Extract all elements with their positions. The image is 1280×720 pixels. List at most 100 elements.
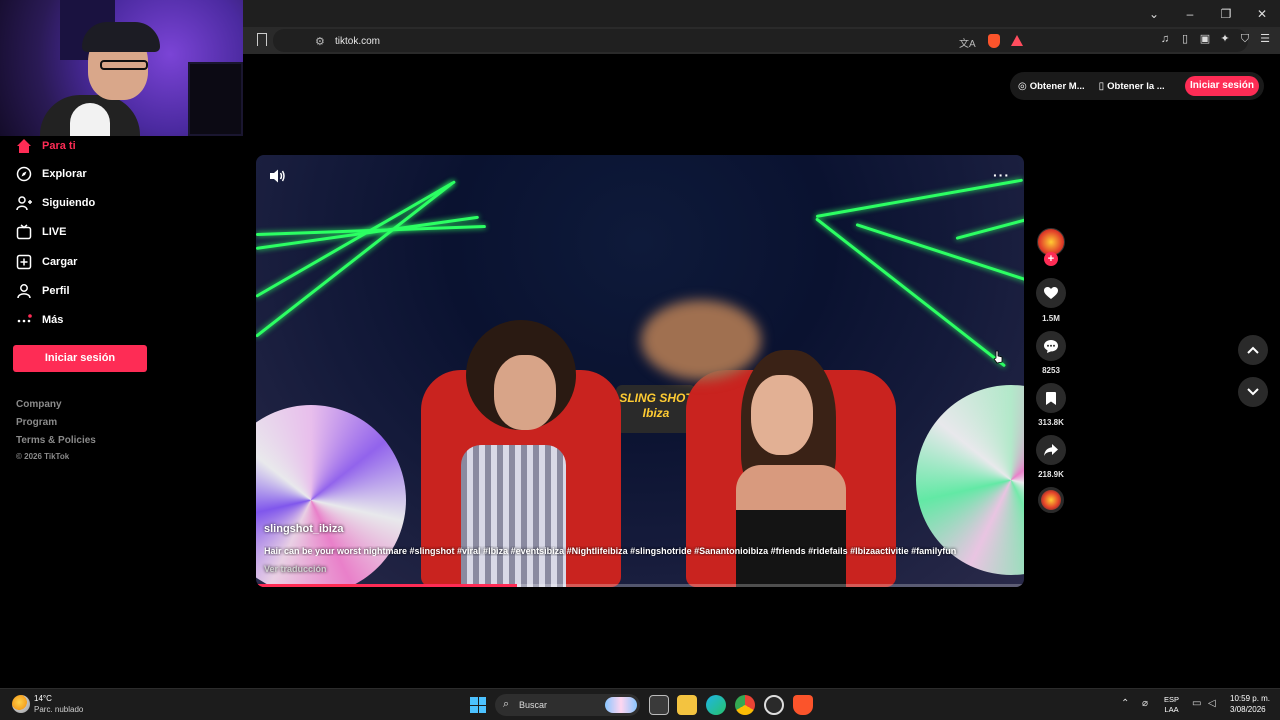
music-disc-icon[interactable] [1038, 487, 1064, 513]
previous-video-button[interactable] [1238, 335, 1268, 365]
comment-button[interactable] [1036, 331, 1066, 361]
laser-beam [815, 178, 1024, 218]
weather-description[interactable]: Parc. nublado [34, 705, 83, 714]
comment-count: 8253 [1042, 366, 1060, 375]
footer-link-company[interactable]: Company [16, 399, 62, 410]
url-text[interactable]: tiktok.com [335, 36, 380, 47]
file-explorer-icon[interactable] [677, 695, 697, 715]
more-dots-icon [16, 312, 32, 328]
url-field[interactable]: ⚙ tiktok.com 文A [273, 29, 1248, 52]
sidebar-item-label: Para ti [42, 140, 76, 152]
language-indicator[interactable]: ESP LAA [1164, 695, 1179, 715]
minimize-button[interactable]: – [1172, 7, 1208, 21]
video-progress-bar[interactable] [256, 584, 1024, 587]
top-login-button[interactable]: Iniciar sesión [1185, 76, 1259, 96]
video-author[interactable]: slingshot_ibiza [264, 523, 343, 535]
edge-browser-icon[interactable] [706, 695, 726, 715]
webcam-person-shirt [70, 103, 110, 136]
translate-icon[interactable]: 文A [959, 35, 976, 50]
like-button[interactable] [1036, 278, 1066, 308]
sidebar-toggle-icon[interactable]: ▯ [1178, 32, 1192, 46]
share-arrow-icon [1044, 444, 1058, 456]
live-tv-icon [16, 224, 32, 240]
chevron-up-icon [1247, 346, 1259, 354]
sidebar-item-explorar[interactable]: Explorar [16, 164, 87, 184]
save-button[interactable] [1036, 383, 1066, 413]
tab-list-button[interactable]: ⌄ [1136, 7, 1172, 21]
heart-icon [1044, 286, 1058, 299]
sidebar-item-siguiendo[interactable]: Siguiendo [16, 193, 95, 213]
following-user-icon [16, 195, 32, 211]
coin-icon: ◎ [1018, 80, 1027, 92]
compass-icon [16, 166, 32, 182]
search-highlight-image [605, 697, 637, 713]
search-label: Buscar [519, 700, 548, 710]
search-icon: ⌕ [503, 698, 510, 710]
comment-icon [1044, 339, 1058, 353]
light-wheel-left [256, 405, 406, 587]
video-player[interactable]: SLING SHOT Ibiza ··· slingshot_ibiza Hai… [256, 155, 1024, 587]
site-info-icon[interactable]: ⚙ [315, 35, 325, 48]
get-coins-button[interactable]: ◎ Obtener M... [1018, 81, 1085, 92]
get-app-button[interactable]: ▯ Obtener la ... [1099, 81, 1165, 92]
chrome-browser-icon[interactable] [735, 695, 755, 715]
share-button[interactable] [1036, 435, 1066, 465]
network-icon[interactable]: ⌀ [1142, 698, 1148, 709]
browser-toolbar: ♫ ▯ ▣ ✦ ⛉ ☰ [1158, 32, 1272, 46]
chevron-down-icon [1247, 388, 1259, 396]
menu-icon[interactable]: ☰ [1258, 32, 1272, 46]
sidebar-item-label: Siguiendo [42, 197, 96, 209]
bookmark-icon[interactable] [257, 33, 267, 46]
sidebar-item-cargar[interactable]: Cargar [16, 252, 77, 272]
task-view-icon[interactable] [649, 695, 669, 715]
brave-shield-icon[interactable] [988, 34, 1000, 48]
display-icon[interactable]: ▭ [1192, 698, 1201, 709]
clock-time[interactable]: 10:59 p. m. [1230, 694, 1270, 703]
rider-right-flying-hair [641, 300, 761, 380]
tray-overflow-icon[interactable]: ⌃ [1121, 698, 1129, 709]
laser-beam [256, 181, 454, 338]
sidebar-item-mas[interactable]: Más [16, 310, 63, 330]
maximize-button[interactable]: ❐ [1208, 7, 1244, 21]
close-button[interactable]: ✕ [1244, 7, 1280, 21]
vpn-icon[interactable]: ⛉ [1238, 32, 1252, 46]
laser-beam [855, 223, 1024, 285]
translate-link[interactable]: Ver traducción [264, 564, 327, 574]
hand-cursor-icon [993, 350, 1003, 364]
sidebar-item-para-ti[interactable]: Para ti [16, 136, 76, 156]
laser-beam [256, 180, 456, 298]
next-video-button[interactable] [1238, 377, 1268, 407]
copyright-text: © 2026 TikTok [16, 452, 70, 461]
laser-beam [955, 216, 1024, 240]
wallet-icon[interactable]: ▣ [1198, 32, 1212, 46]
sidebar-item-live[interactable]: LIVE [16, 222, 66, 242]
sidebar-login-button[interactable]: Iniciar sesión [13, 345, 147, 372]
sidebar-item-perfil[interactable]: Perfil [16, 281, 70, 301]
footer-link-program[interactable]: Program [16, 417, 57, 428]
weather-temperature[interactable]: 14°C [34, 694, 52, 703]
brave-rewards-icon[interactable] [1011, 35, 1023, 46]
volume-icon[interactable] [268, 168, 286, 184]
clock-date[interactable]: 3/08/2026 [1230, 705, 1266, 714]
rider-left-face [494, 355, 556, 430]
sidebar-item-label: Cargar [42, 256, 78, 268]
window-controls: ⌄ – ❐ ✕ [1136, 0, 1280, 27]
brave-browser-icon[interactable] [793, 695, 813, 715]
weather-icon[interactable] [12, 695, 30, 713]
taskbar-search[interactable]: ⌕ Buscar [495, 694, 640, 716]
video-caption: Hair can be your worst nightmare #slings… [264, 546, 957, 556]
footer-link-terms[interactable]: Terms & Policies [16, 435, 96, 446]
leo-ai-icon[interactable]: ✦ [1218, 32, 1232, 46]
follow-plus-icon[interactable]: + [1044, 252, 1058, 266]
slingshot-sign: SLING SHOT Ibiza [616, 385, 696, 433]
media-icon[interactable]: ♫ [1158, 32, 1172, 46]
webcam-overlay [0, 0, 243, 136]
windows-start-icon[interactable] [470, 697, 486, 713]
speaker-icon[interactable]: ◁ [1208, 698, 1216, 709]
sidebar-item-label: LIVE [42, 226, 67, 238]
video-progress-fill [256, 584, 518, 587]
webcam-person-glasses [100, 60, 148, 70]
address-bar: ⚙ tiktok.com 文A ♫ ▯ ▣ ✦ ⛉ ☰ [243, 27, 1280, 54]
obs-studio-icon[interactable] [764, 695, 784, 715]
more-options-icon[interactable]: ··· [993, 167, 1010, 183]
